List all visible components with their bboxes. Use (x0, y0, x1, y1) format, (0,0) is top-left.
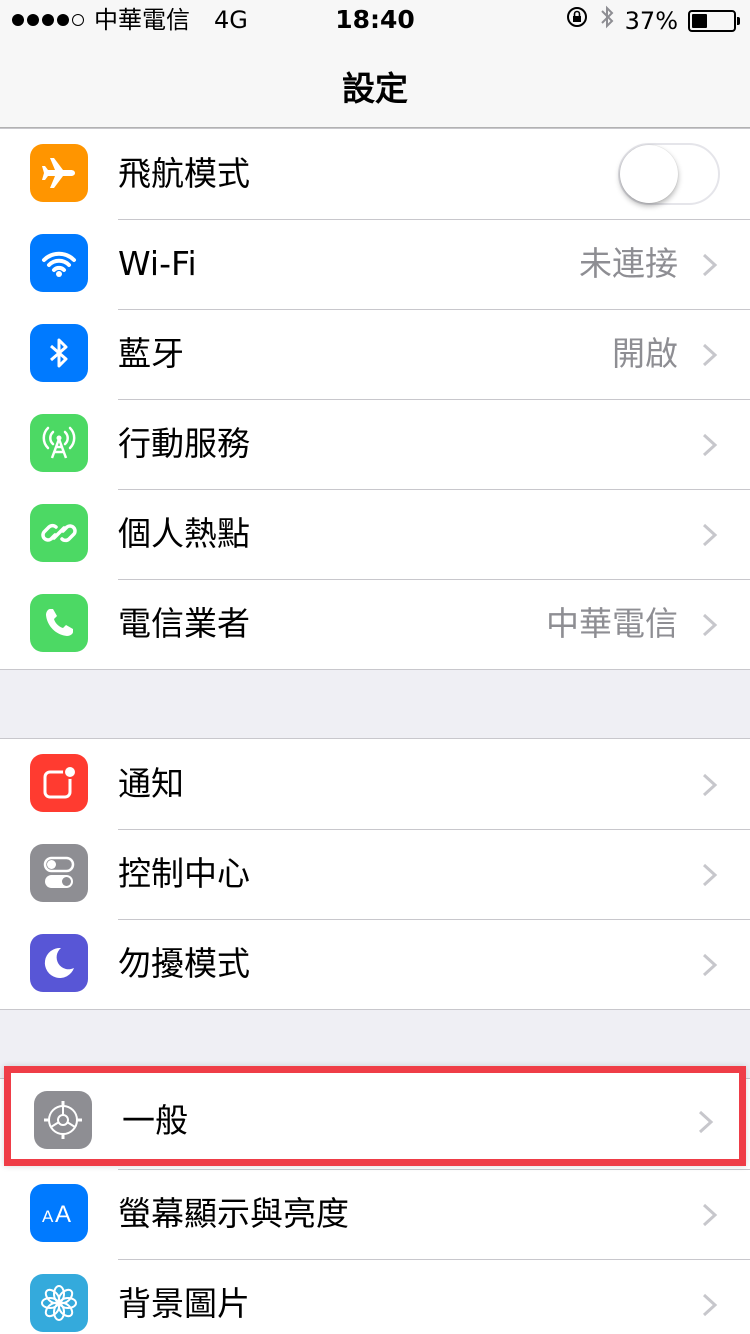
settings-row-carrier[interactable]: 電信業者 中華電信 (0, 579, 750, 669)
settings-row-do-not-disturb[interactable]: 勿擾模式 (0, 919, 750, 1009)
rotation-lock-icon (565, 5, 589, 37)
row-label: 個人熱點 (118, 514, 250, 553)
battery-percent: 37% (624, 7, 678, 35)
chevron-right-icon (702, 1293, 718, 1317)
row-label: 背景圖片 (118, 1284, 250, 1323)
row-label: 勿擾模式 (118, 944, 250, 983)
cellular-icon (30, 414, 88, 472)
moon-icon (30, 934, 88, 992)
page-title: 設定 (342, 69, 408, 108)
navigation-bar: 設定 (0, 40, 750, 128)
chevron-right-icon (698, 1110, 714, 1134)
chevron-right-icon (702, 863, 718, 887)
bluetooth-status-icon (599, 4, 615, 38)
display-icon: AA (30, 1184, 88, 1242)
chevron-right-icon (702, 253, 718, 277)
row-label: 螢幕顯示與亮度 (118, 1194, 349, 1233)
gear-icon (34, 1091, 92, 1149)
chevron-right-icon (702, 523, 718, 547)
svg-text:A: A (42, 1207, 54, 1226)
svg-text:A: A (55, 1201, 71, 1228)
chevron-right-icon (702, 1203, 718, 1227)
row-label: 控制中心 (118, 854, 250, 893)
settings-row-cellular[interactable]: 行動服務 (0, 399, 750, 489)
phone-icon (30, 594, 88, 652)
settings-row-display-brightness[interactable]: AA 螢幕顯示與亮度 (0, 1169, 750, 1259)
row-label: 行動服務 (118, 424, 250, 463)
settings-row-wallpaper[interactable]: 背景圖片 (0, 1259, 750, 1334)
chevron-right-icon (702, 613, 718, 637)
row-label: 飛航模式 (118, 154, 250, 193)
row-value: 未連接 (579, 244, 678, 283)
settings-group-connectivity: 飛航模式 Wi-Fi 未連接 藍牙 開啟 行動服務 個人熱點 電信業者 中華電信 (0, 128, 750, 670)
hotspot-icon (30, 504, 88, 562)
settings-row-control-center[interactable]: 控制中心 (0, 829, 750, 919)
settings-row-general[interactable]: 一般 (4, 1066, 746, 1166)
control-center-icon (30, 844, 88, 902)
bluetooth-icon (30, 324, 88, 382)
toggle-knob (620, 145, 678, 203)
row-label: 藍牙 (118, 334, 184, 373)
chevron-right-icon (702, 343, 718, 367)
row-label: Wi-Fi (118, 244, 197, 283)
airplane-icon (30, 144, 88, 202)
wallpaper-icon (30, 1274, 88, 1332)
notifications-icon (30, 754, 88, 812)
status-bar: 中華電信 4G 18:40 37% (0, 0, 750, 40)
settings-row-notifications[interactable]: 通知 (0, 739, 750, 829)
wifi-icon (30, 234, 88, 292)
settings-row-wifi[interactable]: Wi-Fi 未連接 (0, 219, 750, 309)
settings-row-bluetooth[interactable]: 藍牙 開啟 (0, 309, 750, 399)
settings-group-notifications: 通知 控制中心 勿擾模式 (0, 738, 750, 1010)
chevron-right-icon (702, 433, 718, 457)
battery-icon (688, 10, 740, 32)
status-right: 37% (565, 4, 740, 38)
chevron-right-icon (702, 773, 718, 797)
airplane-mode-toggle[interactable] (618, 143, 720, 205)
row-label: 電信業者 (118, 604, 250, 643)
row-value: 開啟 (612, 334, 678, 373)
row-label: 通知 (118, 764, 184, 803)
settings-row-personal-hotspot[interactable]: 個人熱點 (0, 489, 750, 579)
row-value: 中華電信 (546, 604, 678, 643)
settings-row-airplane-mode: 飛航模式 (0, 129, 750, 219)
chevron-right-icon (702, 953, 718, 977)
row-label: 一般 (122, 1101, 188, 1140)
